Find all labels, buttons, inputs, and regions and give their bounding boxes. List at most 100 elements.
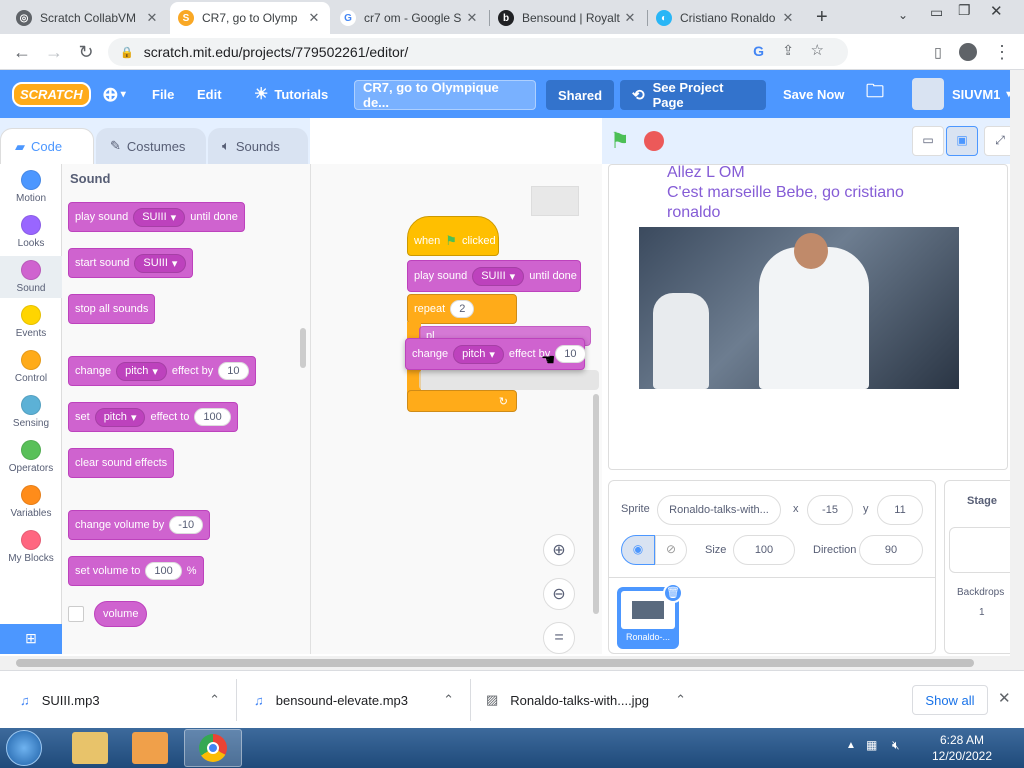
- category-sensing[interactable]: Sensing: [0, 395, 62, 429]
- media-player-icon[interactable]: [132, 732, 168, 764]
- green-flag-icon[interactable]: ⚑: [610, 128, 630, 154]
- stage[interactable]: Allez L OM C'est marseille Bebe, go cris…: [608, 164, 1008, 470]
- block-volume-reporter[interactable]: volume: [94, 601, 148, 627]
- category-motion[interactable]: Motion: [0, 170, 62, 204]
- tab-code[interactable]: ▰ Code: [0, 128, 94, 164]
- block-stop-all-sounds[interactable]: stop all sounds: [68, 294, 156, 324]
- minimize-icon[interactable]: ▭: [930, 4, 943, 21]
- stop-icon[interactable]: [644, 131, 664, 151]
- block-change-volume[interactable]: change volume by -10: [68, 510, 211, 540]
- language-globe-icon[interactable]: ⊕ ▾: [102, 70, 126, 118]
- restore-icon[interactable]: ❐: [958, 2, 971, 19]
- show-sprite-eye-icon[interactable]: ◉: [621, 535, 655, 565]
- tab-sounds[interactable]: 🔈︎ Sounds: [208, 128, 308, 164]
- browser-tab-scratch-collabvm[interactable]: ◎ Scratch CollabVM ✕: [8, 2, 168, 34]
- save-now-button[interactable]: Save Now: [783, 70, 844, 118]
- browser-tab-cr7[interactable]: S CR7, go to Olymp ✕: [170, 2, 330, 34]
- reload-icon[interactable]: ↻: [74, 40, 98, 64]
- edit-menu[interactable]: Edit: [197, 70, 222, 118]
- url-field[interactable]: 🔒 scratch.mit.edu/projects/779502261/edi…: [108, 38, 848, 66]
- start-button[interactable]: [6, 730, 42, 766]
- file-explorer-icon[interactable]: [72, 732, 108, 764]
- category-control[interactable]: Control: [0, 350, 62, 384]
- volume-checkbox[interactable]: [68, 606, 84, 622]
- chrome-taskbar-icon[interactable]: [184, 729, 242, 767]
- sprite-info-pane: Sprite Ronaldo-talks-with... x -15 y 11 …: [608, 480, 936, 654]
- add-extension-icon[interactable]: ⊞: [0, 624, 62, 654]
- palette-scrollbar[interactable]: [300, 328, 306, 368]
- hide-sprite-eye-icon[interactable]: ⊘: [655, 535, 687, 565]
- block-repeat[interactable]: repeat 2: [407, 294, 517, 324]
- clock[interactable]: 6:28 AM 12/20/2022: [920, 732, 1004, 764]
- category-my-blocks[interactable]: My Blocks: [0, 530, 62, 564]
- chrome-menu-icon[interactable]: ⋮: [990, 40, 1014, 64]
- block-start-sound[interactable]: start sound SUIII ▾: [68, 248, 194, 278]
- close-tab-icon[interactable]: ✕: [464, 10, 480, 26]
- tray-arrow-icon[interactable]: ▲: [846, 740, 856, 751]
- see-project-page-button[interactable]: ⟲ See Project Page: [620, 80, 766, 110]
- block-set-volume[interactable]: set volume to 100%: [68, 556, 204, 586]
- tab-search-icon[interactable]: ⌄: [898, 8, 908, 22]
- browser-tab-bensound[interactable]: b Bensound | Royalt ✕: [490, 2, 646, 34]
- category-looks[interactable]: Looks: [0, 215, 62, 249]
- show-all-downloads-button[interactable]: Show all: [912, 685, 988, 715]
- tutorials-button[interactable]: ☀ Tutorials: [254, 70, 328, 118]
- category-events[interactable]: Events: [0, 305, 62, 339]
- zoom-out-icon[interactable]: ⊖: [543, 578, 575, 610]
- zoom-reset-icon[interactable]: =: [543, 622, 575, 654]
- new-tab-icon[interactable]: +: [816, 6, 828, 29]
- close-tab-icon[interactable]: ✕: [622, 10, 638, 26]
- share-icon[interactable]: ⇪: [782, 42, 794, 59]
- my-stuff-folder-icon[interactable]: 🗀: [866, 70, 884, 118]
- normal-stage-icon[interactable]: ▣: [946, 126, 978, 156]
- close-tab-icon[interactable]: ✕: [780, 10, 796, 26]
- sprite-y-input[interactable]: 11: [877, 495, 923, 525]
- account-menu[interactable]: SIUVM1 ▾: [912, 70, 1011, 118]
- sprite-direction-input[interactable]: 90: [859, 535, 923, 565]
- network-icon[interactable]: ▦: [866, 738, 877, 752]
- volume-icon[interactable]: 🔇︎: [892, 738, 900, 753]
- small-stage-icon[interactable]: ▭: [912, 126, 944, 156]
- tab-costumes[interactable]: ✎ Costumes: [96, 128, 206, 164]
- block-change-effect-dragging[interactable]: change pitch ▾ effect by 10: [405, 338, 586, 370]
- category-variables[interactable]: Variables: [0, 485, 62, 519]
- category-sound[interactable]: Sound: [0, 256, 62, 298]
- drop-shadow-placeholder: [419, 370, 599, 390]
- zoom-in-icon[interactable]: ⊕: [543, 534, 575, 566]
- download-item[interactable]: ▨ Ronaldo-talks-with....jpg ⌃: [486, 671, 696, 729]
- scratch-logo[interactable]: SCRATCH: [12, 70, 91, 118]
- sprite-size-input[interactable]: 100: [733, 535, 795, 565]
- sprite-x-input[interactable]: -15: [807, 495, 853, 525]
- file-menu[interactable]: File: [152, 70, 174, 118]
- block-play-sound-until-done[interactable]: play sound SUIII ▾ until done: [68, 202, 245, 232]
- download-item[interactable]: ♫ SUIII.mp3 ⌃: [20, 671, 230, 729]
- sprite-name-input[interactable]: Ronaldo-talks-with...: [657, 495, 781, 525]
- block-play-sound-until-done-script[interactable]: play sound SUIII ▾ until done: [407, 260, 581, 292]
- close-tab-icon[interactable]: ✕: [144, 10, 160, 26]
- google-translate-icon[interactable]: G: [753, 43, 764, 59]
- close-tab-icon[interactable]: ✕: [306, 10, 322, 26]
- shared-button[interactable]: Shared: [546, 80, 615, 110]
- close-downloads-icon[interactable]: ✕: [998, 689, 1011, 707]
- profile-icon[interactable]: [956, 40, 980, 64]
- close-window-icon[interactable]: ✕: [990, 2, 1003, 20]
- block-clear-sound-effects[interactable]: clear sound effects: [68, 448, 175, 478]
- back-icon[interactable]: ←: [10, 40, 34, 64]
- stage-thumbnail[interactable]: [949, 527, 1019, 573]
- block-set-effect[interactable]: set pitch ▾ effect to 100: [68, 402, 238, 432]
- browser-tab-ronaldo[interactable]: ◐ Cristiano Ronaldo ✕: [648, 2, 804, 34]
- forward-icon[interactable]: →: [42, 40, 66, 64]
- category-operators[interactable]: Operators: [0, 440, 62, 474]
- block-when-flag-clicked[interactable]: when ⚑ clicked: [407, 216, 499, 256]
- bookmark-star-icon[interactable]: ☆: [811, 41, 824, 59]
- block-change-effect[interactable]: change pitch ▾ effect by 10: [68, 356, 256, 386]
- browser-tab-google[interactable]: G cr7 om - Google S ✕: [332, 2, 488, 34]
- workspace-scrollbar[interactable]: [593, 394, 599, 614]
- code-workspace[interactable]: when ⚑ clicked play sound SUIII ▾ until done …: [310, 164, 602, 654]
- project-title-input[interactable]: CR7, go to Olympique de...: [354, 80, 536, 110]
- page-vertical-scrollbar[interactable]: [1010, 70, 1024, 656]
- page-horizontal-scrollbar[interactable]: [0, 656, 1024, 670]
- side-panel-icon[interactable]: ▯: [926, 40, 950, 64]
- delete-sprite-icon[interactable]: 🗑: [663, 583, 683, 603]
- download-item[interactable]: ♫ bensound-elevate.mp3 ⌃: [254, 671, 464, 729]
